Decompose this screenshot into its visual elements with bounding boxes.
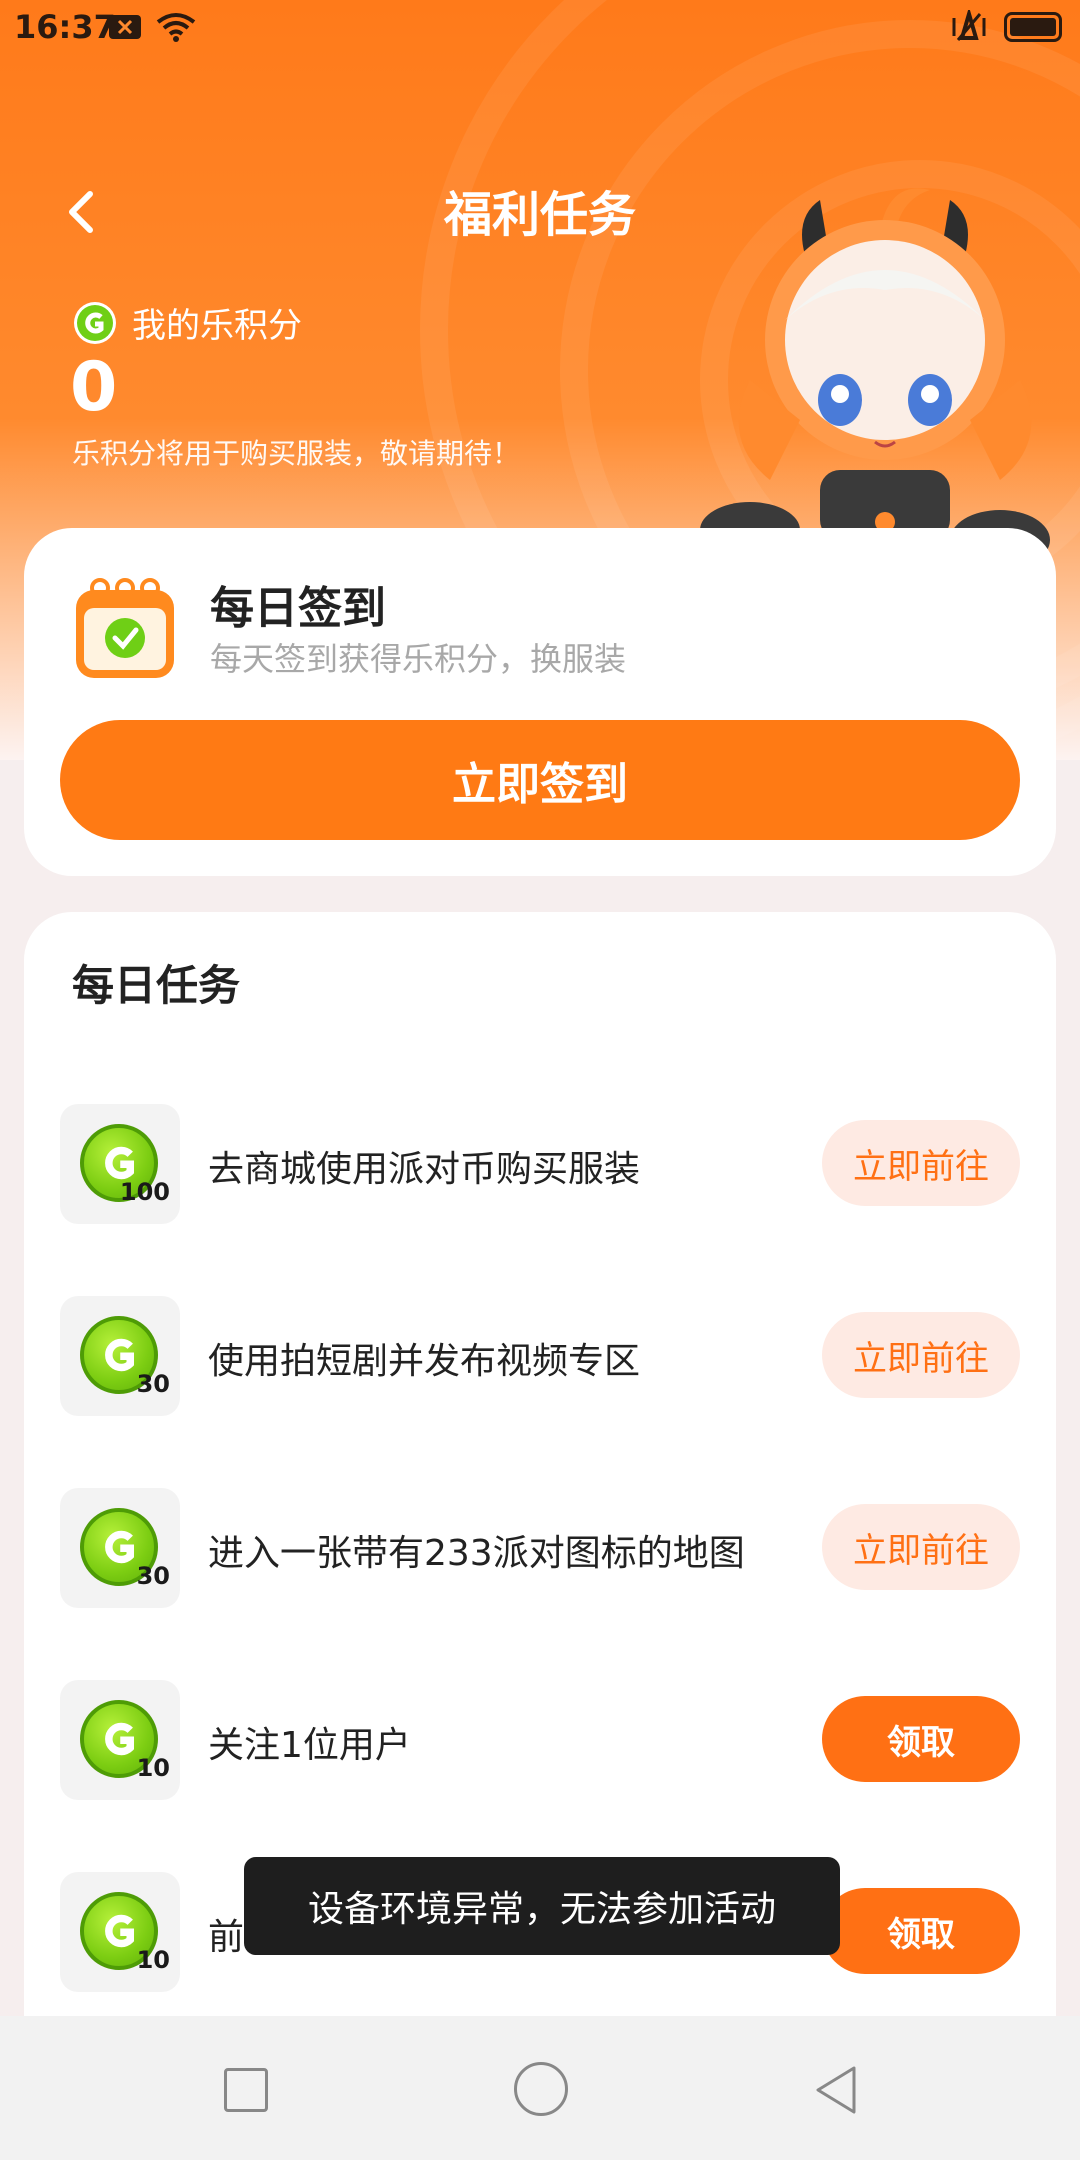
points-value: 0 xyxy=(70,348,118,427)
signin-subtitle: 每天签到获得乐积分，换服装 xyxy=(210,640,627,678)
nav-square-icon[interactable] xyxy=(224,2068,268,2112)
task-reward-icon: 10 xyxy=(60,1680,180,1800)
task-name: 前 xyxy=(208,1917,245,1958)
task-row: 30 使用拍短剧并发布视频专区 立即前往 xyxy=(60,1296,1020,1416)
task-reward: 30 xyxy=(136,1562,170,1590)
signin-title: 每日签到 xyxy=(210,583,386,634)
task-name: 去商城使用派对币购买服装 xyxy=(208,1149,641,1190)
system-nav-bar xyxy=(0,2016,1080,2160)
status-time: 16:37 xyxy=(14,8,116,46)
daily-tasks-card: 每日任务 100 去商城使用派对币购买服装 立即前往 30 使用拍短剧并发布视频… xyxy=(24,912,1056,2160)
daily-signin-card: 每日签到 每天签到获得乐积分，换服装 立即签到 xyxy=(24,528,1056,876)
status-bar: 16:37 xyxy=(0,0,1080,60)
task-claim-button[interactable]: 领取 xyxy=(822,1696,1020,1782)
task-go-button[interactable]: 立即前往 xyxy=(822,1120,1020,1206)
signin-button[interactable]: 立即签到 xyxy=(60,720,1020,840)
task-go-button[interactable]: 立即前往 xyxy=(822,1312,1020,1398)
task-reward-icon: 100 xyxy=(60,1104,180,1224)
battery-icon xyxy=(1004,12,1062,42)
toast-message: 设备环境异常，无法参加活动 xyxy=(244,1857,840,1955)
task-reward-icon: 10 xyxy=(60,1872,180,1992)
points-label-row: 我的乐积分 xyxy=(74,298,302,347)
task-claim-button[interactable]: 领取 xyxy=(822,1888,1020,1974)
task-reward-icon: 30 xyxy=(60,1296,180,1416)
task-row: 100 去商城使用派对币购买服装 立即前往 xyxy=(60,1104,1020,1224)
task-reward-icon: 30 xyxy=(60,1488,180,1608)
nav-back-icon[interactable] xyxy=(808,2060,868,2120)
task-go-button[interactable]: 立即前往 xyxy=(822,1504,1020,1590)
task-reward: 30 xyxy=(136,1370,170,1398)
task-name: 关注1位用户 xyxy=(208,1725,411,1766)
points-label: 我的乐积分 xyxy=(132,306,302,346)
task-reward: 100 xyxy=(119,1178,170,1206)
wifi-icon xyxy=(156,13,196,42)
task-name: 进入一张带有233派对图标的地图 xyxy=(208,1533,745,1574)
task-row: 10 关注1位用户 领取 xyxy=(60,1680,1020,1800)
task-name: 使用拍短剧并发布视频专区 xyxy=(208,1341,641,1382)
task-reward: 10 xyxy=(136,1946,170,1974)
tasks-title: 每日任务 xyxy=(72,961,241,1010)
nav-circle-icon[interactable] xyxy=(514,2062,568,2116)
task-reward: 10 xyxy=(136,1754,170,1782)
notification-x-icon xyxy=(109,15,141,39)
points-note: 乐积分将用于购买服装，敬请期待！ xyxy=(72,437,521,470)
vibrate-icon xyxy=(952,10,986,41)
calendar-check-icon xyxy=(76,578,174,678)
mascot-character xyxy=(700,188,1050,570)
g-coin-icon xyxy=(74,301,116,344)
task-row: 30 进入一张带有233派对图标的地图 立即前往 xyxy=(60,1488,1020,1608)
